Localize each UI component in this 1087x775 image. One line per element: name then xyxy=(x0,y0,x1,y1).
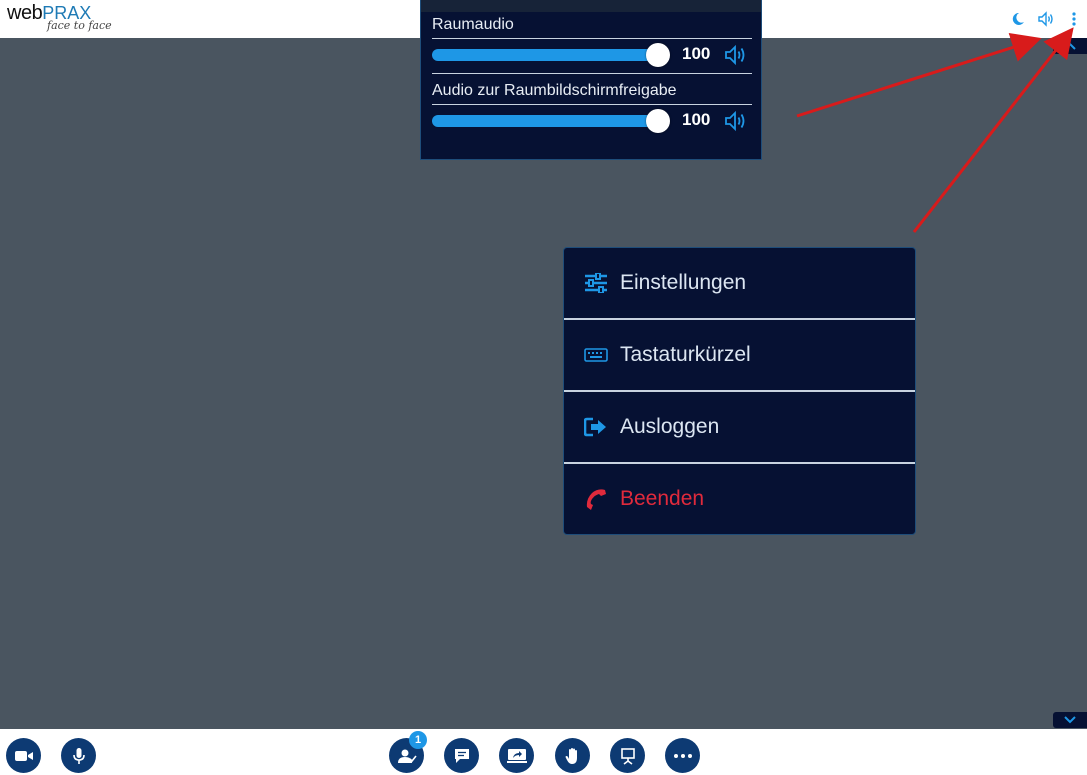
chat-icon xyxy=(454,748,469,763)
more-dots-icon xyxy=(673,753,692,758)
screen-share-icon xyxy=(506,748,527,763)
menu-item-tastaturkuerzel[interactable]: Tastaturkürzel xyxy=(564,318,915,390)
camera-button[interactable] xyxy=(6,738,41,773)
presentation-board-icon xyxy=(620,747,635,765)
raise-hand-button[interactable] xyxy=(555,738,590,773)
chat-button[interactable] xyxy=(444,738,479,773)
arrow-to-speaker xyxy=(796,32,1042,118)
microphone-button[interactable] xyxy=(61,738,96,773)
microphone-icon xyxy=(72,747,85,764)
raise-hand-icon xyxy=(565,747,577,764)
participants-count-badge: 1 xyxy=(409,731,427,749)
logout-icon xyxy=(584,415,608,439)
annotation-arrows xyxy=(796,27,1074,233)
keyboard-icon xyxy=(584,343,608,367)
menu-label-beenden: Beenden xyxy=(620,487,705,510)
menu-label-tastaturkuerzel: Tastaturkürzel xyxy=(620,343,751,366)
screen-share-button[interactable] xyxy=(499,738,534,773)
sliders-icon xyxy=(584,271,608,295)
video-camera-icon xyxy=(14,750,33,761)
menu-item-einstellungen[interactable]: Einstellungen xyxy=(564,248,915,318)
menu-label-einstellungen: Einstellungen xyxy=(620,271,747,294)
options-menu: Einstellungen Tastaturkürzel Ausloggen B… xyxy=(563,247,916,535)
menu-item-beenden[interactable]: Beenden xyxy=(564,462,915,534)
more-options-button[interactable] xyxy=(665,738,700,773)
participants-icon xyxy=(397,749,417,763)
bottom-toolbar: 1 xyxy=(0,729,1087,775)
menu-item-ausloggen[interactable]: Ausloggen xyxy=(564,390,915,462)
menu-label-ausloggen: Ausloggen xyxy=(620,415,720,438)
phone-hangup-icon xyxy=(584,487,608,511)
whiteboard-button[interactable] xyxy=(610,738,645,773)
arrow-to-menu xyxy=(912,27,1074,233)
